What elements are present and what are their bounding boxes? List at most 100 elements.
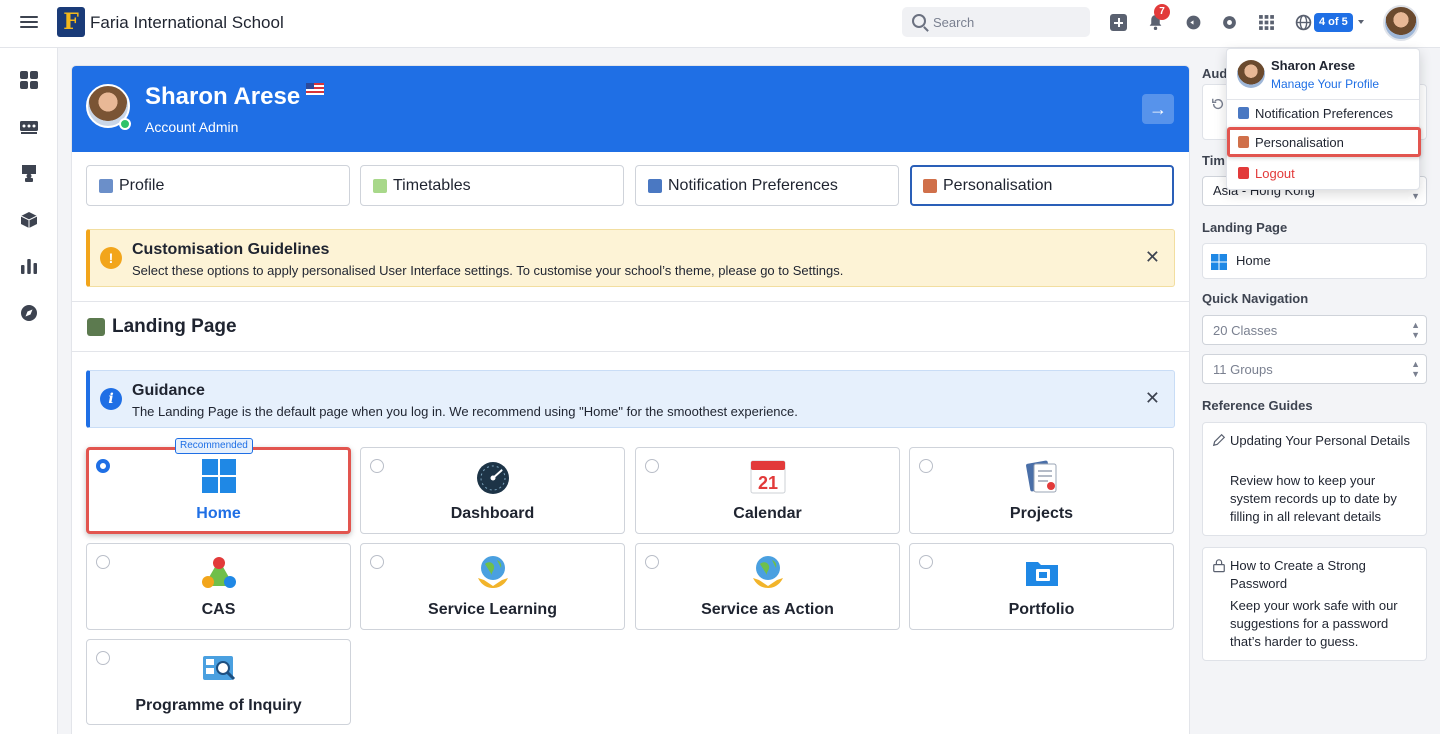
radio-button[interactable]	[96, 459, 110, 473]
landing-option-dashboard[interactable]: Dashboard	[360, 447, 625, 534]
manage-profile-link[interactable]: Manage Your Profile	[1271, 77, 1379, 91]
landing-option-calendar[interactable]: 21 Calendar	[635, 447, 900, 534]
palette-icon	[1238, 136, 1249, 148]
radio-button[interactable]	[919, 555, 933, 569]
quick-navigation-label: Quick Navigation	[1202, 291, 1309, 306]
radio-button[interactable]	[370, 459, 384, 473]
online-status-icon	[119, 118, 131, 130]
landing-page-icon	[87, 318, 105, 336]
school-name[interactable]: Faria International School	[90, 13, 284, 33]
tab-label: Personalisation	[943, 177, 1053, 194]
close-icon[interactable]: ✕	[1145, 388, 1160, 409]
profile-header: Sharon Arese Account Admin →	[72, 66, 1189, 152]
chart-icon[interactable]	[20, 257, 38, 275]
chevron-down-icon[interactable]	[1358, 20, 1364, 24]
guide-body: Review how to keep your system records u…	[1230, 473, 1397, 524]
guide-card-strong-password[interactable]: How to Create a Strong Password Keep you…	[1202, 547, 1427, 661]
landing-option-service-learning[interactable]: Service Learning	[360, 543, 625, 630]
landing-option-portfolio[interactable]: Portfolio	[909, 543, 1174, 630]
landing-page-value-box[interactable]: Home	[1202, 243, 1427, 279]
dashboard-icon[interactable]	[20, 71, 38, 89]
customisation-guidelines-alert: ! Customisation Guidelines Select these …	[86, 229, 1175, 287]
option-label: Service Learning	[428, 601, 557, 618]
hamburger-menu-icon[interactable]	[20, 13, 38, 31]
radio-button[interactable]	[370, 555, 384, 569]
option-label: Home	[196, 505, 241, 522]
radio-button[interactable]	[645, 555, 659, 569]
option-label: Projects	[1009, 505, 1074, 522]
add-icon[interactable]	[1110, 14, 1127, 31]
audit-label: Aud	[1202, 66, 1228, 81]
quicknav-groups-select[interactable]: 11 Groups ▲ ▼	[1202, 354, 1427, 384]
top-bar: F Faria International School Search 7 4 …	[0, 0, 1440, 48]
section-title: Landing Page	[112, 316, 237, 337]
profile-name: Sharon Arese	[145, 83, 301, 110]
alert-title: Customisation Guidelines	[132, 241, 330, 258]
apps-grid-icon[interactable]	[1258, 14, 1275, 31]
divider	[1227, 99, 1419, 100]
box-icon[interactable]	[20, 211, 38, 229]
gear-icon[interactable]	[1221, 14, 1238, 31]
option-label: Calendar	[733, 505, 802, 522]
tab-timetables[interactable]: Timetables	[360, 165, 624, 206]
timetable-icon	[373, 179, 387, 193]
chat-icon[interactable]	[1185, 14, 1202, 31]
radio-button[interactable]	[96, 651, 110, 665]
warning-icon: !	[100, 247, 122, 269]
us-flag-icon	[306, 83, 324, 95]
alert-title: Guidance	[132, 382, 205, 399]
lock-icon	[1213, 559, 1225, 573]
menu-item-label: Notification Preferences	[1255, 106, 1394, 121]
windows-icon	[202, 459, 236, 493]
history-icon	[1212, 98, 1224, 110]
radio-button[interactable]	[96, 555, 110, 569]
guidance-alert: i Guidance The Landing Page is the defau…	[86, 370, 1175, 428]
guide-title: Updating Your Personal Details	[1230, 433, 1410, 448]
school-switcher-counter[interactable]: 4 of 5	[1314, 13, 1353, 32]
classes-icon[interactable]	[20, 118, 38, 136]
option-label: Dashboard	[450, 505, 535, 522]
landing-option-home[interactable]: Home	[86, 447, 351, 534]
option-label: Service as Action	[701, 601, 834, 618]
landing-option-service-as-action[interactable]: Service as Action	[635, 543, 900, 630]
windows-icon	[1211, 254, 1227, 270]
guide-card-personal-details[interactable]: Updating Your Personal Details Review ho…	[1202, 422, 1427, 536]
radio-button[interactable]	[919, 459, 933, 473]
tab-notification-preferences[interactable]: Notification Preferences	[635, 165, 899, 206]
landing-option-cas[interactable]: CAS	[86, 543, 351, 630]
notification-icon	[1238, 107, 1249, 119]
globe-icon[interactable]	[1295, 14, 1312, 31]
menu-item-logout[interactable]: Logout	[1227, 161, 1419, 185]
landing-option-programme-of-inquiry[interactable]: Programme of Inquiry	[86, 639, 351, 725]
search-input[interactable]: Search	[902, 7, 1090, 37]
teacher-icon[interactable]	[20, 164, 38, 182]
tab-profile[interactable]: Profile	[86, 165, 350, 206]
user-avatar[interactable]	[1383, 5, 1419, 41]
landing-page-label: Landing Page	[1202, 220, 1288, 235]
search-placeholder: Search	[933, 15, 975, 30]
radio-button[interactable]	[645, 459, 659, 473]
user-menu-dropdown: Sharon Arese Manage Your Profile Notific…	[1226, 48, 1421, 190]
quicknav-classes-value: 20 Classes	[1213, 323, 1278, 338]
logout-icon	[1238, 167, 1249, 179]
landing-option-projects[interactable]: Projects	[909, 447, 1174, 534]
menu-item-personalisation[interactable]: Personalisation	[1227, 127, 1421, 157]
tab-label: Timetables	[393, 177, 471, 194]
divider	[72, 301, 1189, 302]
close-icon[interactable]: ✕	[1145, 247, 1160, 268]
chevron-updown-icon: ▲▼	[1411, 320, 1420, 340]
timezone-label: Tim	[1202, 153, 1225, 168]
calendar-icon: 21	[750, 460, 786, 494]
info-icon: i	[100, 388, 122, 410]
tab-personalisation[interactable]: Personalisation	[910, 165, 1174, 206]
profile-main-panel: Sharon Arese Account Admin → Profile Tim…	[72, 66, 1189, 734]
chevron-updown-icon: ▲▼	[1411, 359, 1420, 379]
arrow-right-button[interactable]: →	[1142, 94, 1174, 124]
menu-item-notification-preferences[interactable]: Notification Preferences	[1227, 101, 1419, 125]
option-label: CAS	[201, 601, 236, 618]
alert-body: Select these options to apply personalis…	[132, 263, 844, 278]
school-logo[interactable]: F	[57, 7, 85, 37]
compass-icon[interactable]	[20, 304, 38, 322]
menu-item-label: Logout	[1255, 166, 1295, 181]
quicknav-classes-select[interactable]: 20 Classes ▲ ▼	[1202, 315, 1427, 345]
